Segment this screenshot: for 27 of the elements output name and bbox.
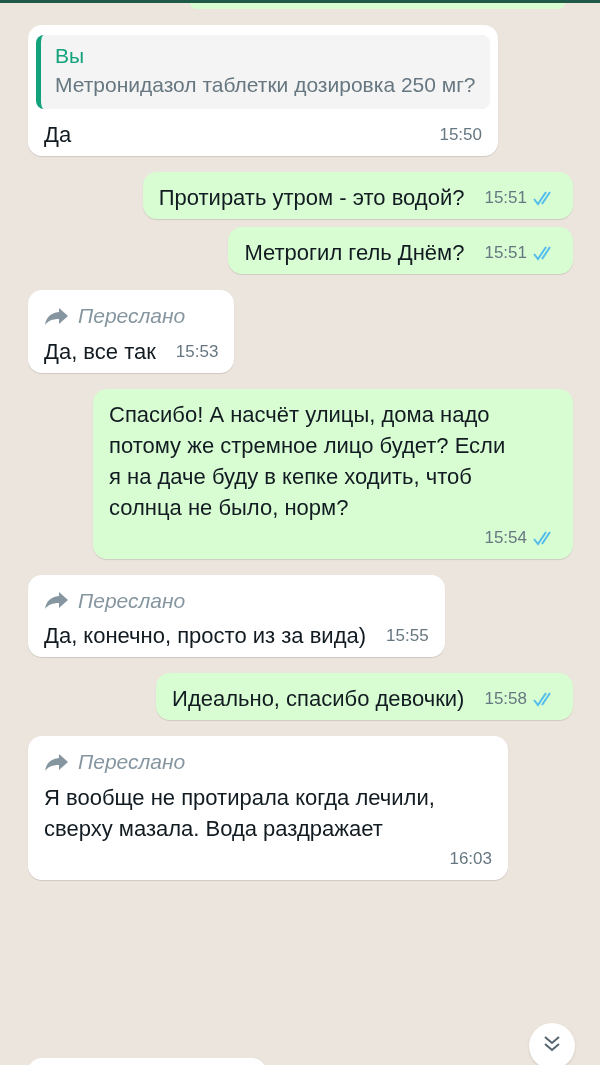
scroll-down-button[interactable]	[529, 1023, 575, 1065]
message-time: 15:50	[439, 124, 482, 147]
message-text: Да, конечно, просто из за вида)	[44, 622, 367, 650]
forward-arrow-icon	[44, 590, 70, 611]
message-text: Да	[44, 121, 72, 149]
quoted-message[interactable]: Вы Метронидазол таблетки дозировка 250 мг?	[36, 35, 490, 109]
message-text: Идеально, спасибо девочки)	[172, 685, 465, 713]
message-time: 15:58	[484, 688, 527, 711]
message-time: 15:51	[484, 242, 527, 265]
message-text: Я вообще не протирала когда лечили, сверху мазала. Вода раздражает	[44, 783, 436, 843]
message-time: 15:51	[484, 187, 527, 210]
forward-arrow-icon	[44, 751, 70, 772]
message-text: Да, все так	[44, 337, 156, 366]
message-text: Протирать утром - это водой?	[158, 184, 465, 212]
double-chevron-down-icon	[542, 1035, 562, 1053]
message-text: Метрогил гель Днём?	[244, 239, 465, 267]
forward-arrow-icon	[44, 305, 70, 326]
message-time: 15:54	[484, 526, 527, 549]
quote-author: Вы	[55, 43, 86, 69]
message-time: 15:55	[386, 625, 429, 648]
forwarded-label: Переслано	[78, 587, 186, 614]
message-time: 16:03	[449, 847, 492, 870]
forwarded-label: Переслано	[78, 303, 186, 329]
message-time: 15:53	[175, 340, 219, 363]
quote-text: Метронидазол таблетки дозировка 250 мг?	[55, 72, 476, 98]
message-text: Спасибо! А насчёт улицы, дома надо потому же стремное лицо будет? Если я на даче буду в кепке ходить, чтоб солнца не было, норм?	[109, 400, 507, 522]
forwarded-label: Переслано	[78, 749, 186, 775]
